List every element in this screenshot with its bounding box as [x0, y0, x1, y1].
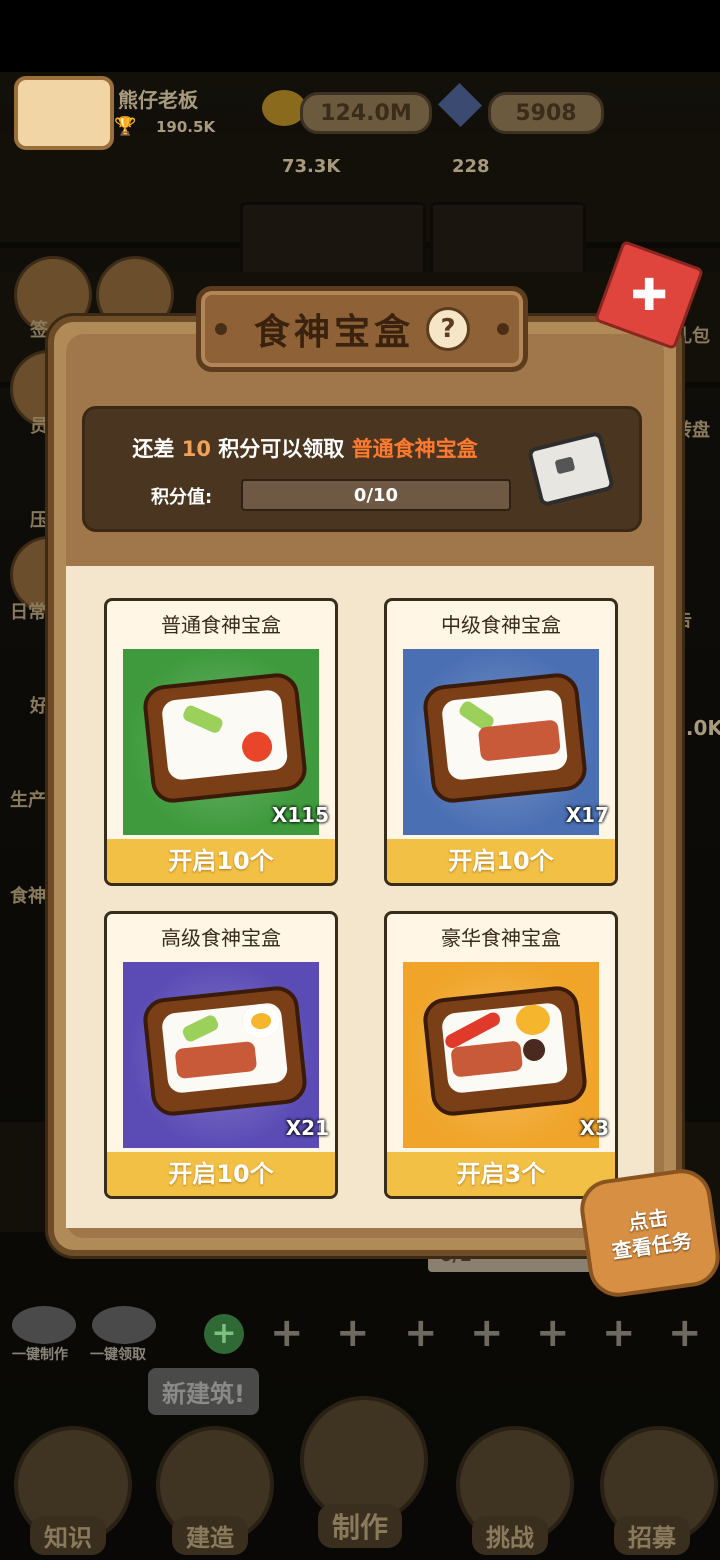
bacon — [477, 719, 561, 762]
new-building-tooltip: 新建筑! — [148, 1368, 259, 1415]
empty-slot-plus-icon[interactable]: + — [336, 1310, 370, 1356]
tomato — [240, 730, 274, 764]
box-card-title: 普通食神宝盒 — [161, 613, 281, 637]
fried-egg — [514, 1003, 552, 1037]
left-menu-label-5: 生产 — [10, 790, 46, 811]
bolt-icon — [497, 323, 509, 335]
left-menu-label-3: 日常 — [10, 602, 46, 623]
left-menu-label-1: 员 — [30, 416, 48, 437]
modal-title-plate: 食神宝盒 ? — [196, 286, 528, 372]
quick-make-icon[interactable] — [12, 1306, 76, 1344]
rice — [160, 688, 289, 782]
player-name: 熊仔老板 — [118, 88, 198, 112]
left-menu-label-4: 好 — [30, 696, 48, 717]
cucumber — [180, 1013, 221, 1044]
box-cards-area: 普通食神宝盒 X115 开启10个 中级食神宝盒 X17 开启10个 高级食神宝… — [66, 566, 654, 1228]
player-avatar[interactable] — [14, 76, 114, 150]
score-label: 积分值: — [151, 487, 213, 508]
trophy-icon: 🏆 — [114, 116, 137, 137]
floor-value-1: 73.3K — [282, 156, 341, 177]
points-message-middle: 积分可以领取 — [218, 437, 345, 461]
open-box-button[interactable]: 开启10个 — [107, 839, 335, 883]
bento-tray — [421, 671, 589, 805]
nav-build-label: 建造 — [172, 1516, 248, 1555]
box-card-title: 高级食神宝盒 — [161, 926, 281, 950]
mushroom — [521, 1037, 547, 1063]
nav-knowledge-label: 知识 — [30, 1516, 106, 1555]
bento-tray — [141, 984, 309, 1118]
empty-slot-plus-icon[interactable]: + — [668, 1310, 702, 1356]
trophy-value: 190.5K — [156, 118, 216, 136]
modal-title: 食神宝盒 — [253, 311, 414, 353]
task-badge-line2: 查看任务 — [610, 1228, 694, 1264]
box-card-intermediate[interactable]: 中级食神宝盒 X17 开启10个 — [384, 598, 618, 886]
close-icon: ✚ — [630, 269, 668, 321]
add-slot-button[interactable]: + — [204, 1314, 244, 1354]
empty-slot-plus-icon[interactable]: + — [602, 1310, 636, 1356]
quick-collect-icon[interactable] — [92, 1306, 156, 1344]
box-card-image — [403, 962, 599, 1148]
view-tasks-button[interactable]: 点击 查看任务 — [576, 1165, 720, 1301]
rice-box-icon — [526, 430, 616, 508]
box-card-count: X3 — [579, 1116, 609, 1140]
box-card-count: X21 — [285, 1116, 329, 1140]
bacon — [174, 1040, 258, 1080]
points-target-box: 普通食神宝盒 — [351, 437, 478, 461]
rice — [440, 1001, 569, 1095]
gem-counter: 5908 — [488, 92, 604, 134]
points-message: 还差 10 积分可以领取 普通食神宝盒 — [85, 433, 525, 463]
nav-make-label: 制作 — [318, 1504, 403, 1548]
box-card-count: X115 — [271, 803, 329, 827]
open-box-button[interactable]: 开启10个 — [387, 839, 615, 883]
box-card-normal[interactable]: 普通食神宝盒 X115 开启10个 — [104, 598, 338, 886]
bolt-icon — [215, 323, 227, 335]
empty-slot-plus-icon[interactable]: + — [270, 1310, 304, 1356]
cucumber — [181, 703, 225, 735]
left-menu-label-0: 签 — [30, 320, 48, 341]
box-card-count: X17 — [565, 803, 609, 827]
empty-slot-plus-icon[interactable]: + — [536, 1310, 570, 1356]
empty-slot-plus-icon[interactable]: + — [470, 1310, 504, 1356]
coin-counter: 124.0M — [300, 92, 432, 134]
quick-make-label: 一键制作 — [12, 1347, 68, 1363]
points-progress-panel: 还差 10 积分可以领取 普通食神宝盒 积分值: 0/10 — [82, 406, 642, 532]
box-card-deluxe[interactable]: 豪华食神宝盒 X3 开启3个 — [384, 911, 618, 1199]
floor-value-2: 228 — [452, 156, 490, 177]
open-box-button[interactable]: 开启10个 — [107, 1152, 335, 1196]
box-card-title: 中级食神宝盒 — [441, 613, 561, 637]
bacon — [450, 1040, 524, 1078]
points-needed: 10 — [181, 437, 211, 461]
quick-collect-label: 一键领取 — [90, 1347, 146, 1363]
box-card-title: 豪华食神宝盒 — [441, 926, 561, 950]
bento-tray — [141, 671, 309, 805]
score-text: 0/10 — [353, 484, 399, 506]
left-menu-label-2: 压 — [30, 510, 48, 531]
rice — [160, 1001, 289, 1095]
open-box-button[interactable]: 开启3个 — [387, 1152, 615, 1196]
bento-tray — [421, 984, 589, 1118]
fried-egg — [240, 1002, 282, 1040]
score-progress-bar: 0/10 — [241, 479, 511, 511]
empty-slot-plus-icon[interactable]: + — [404, 1310, 438, 1356]
box-card-advanced[interactable]: 高级食神宝盒 X21 开启10个 — [104, 911, 338, 1199]
nav-challenge-label: 挑战 — [472, 1516, 548, 1555]
nav-recruit-label: 招募 — [614, 1516, 690, 1555]
rice — [440, 688, 569, 782]
help-icon[interactable]: ? — [426, 307, 470, 351]
left-menu-label-6: 食神 — [10, 886, 46, 907]
points-message-prefix: 还差 — [132, 437, 175, 461]
